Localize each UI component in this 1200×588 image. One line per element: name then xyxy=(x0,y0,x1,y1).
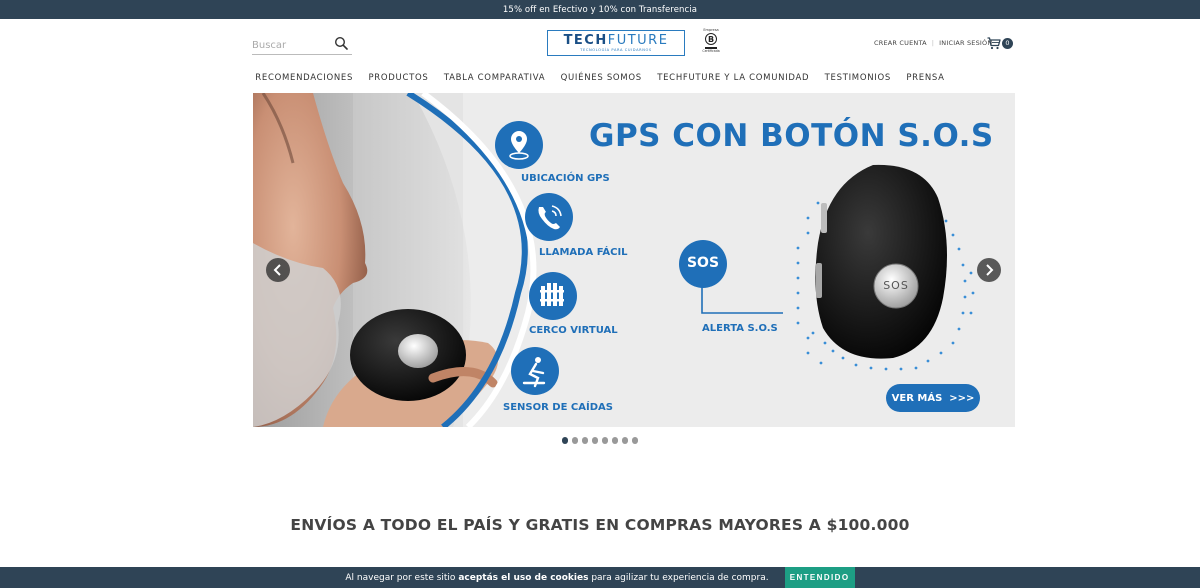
divider: | xyxy=(931,39,935,47)
cart-button[interactable]: 0 xyxy=(987,35,1013,51)
feature-label-caidas: SENSOR DE CAÍDAS xyxy=(503,402,613,413)
carousel-dot[interactable] xyxy=(561,437,569,444)
carousel-prev-button[interactable] xyxy=(266,258,290,282)
nav-item-productos[interactable]: PRODUCTOS xyxy=(361,73,436,83)
carousel-dots xyxy=(0,437,1200,444)
main-nav: RECOMENDACIONES PRODUCTOS TABLA COMPARAT… xyxy=(0,73,1200,83)
sos-alert-label: ALERTA S.O.S xyxy=(702,323,778,334)
search-box xyxy=(252,33,352,56)
create-account-link[interactable]: CREAR CUENTA xyxy=(874,39,927,47)
sos-badge-text: SOS xyxy=(686,255,720,271)
carousel-next-button[interactable] xyxy=(977,258,1001,282)
device-sos-button-text: SOS xyxy=(883,279,909,292)
cookie-accept-button[interactable]: ENTENDIDO xyxy=(784,567,855,588)
nav-item-tabla-comparativa[interactable]: TABLA COMPARATIVA xyxy=(436,73,553,83)
cookie-message: Al navegar por este sitio aceptás el uso… xyxy=(345,572,769,583)
carousel-dot[interactable] xyxy=(621,437,629,444)
feature-label-gps: UBICACIÓN GPS xyxy=(521,173,610,184)
carousel-dot[interactable] xyxy=(581,437,589,444)
chevron-right-icon xyxy=(986,264,994,276)
chevron-left-icon xyxy=(273,264,281,276)
feature-label-llamada: LLAMADA FÁCIL xyxy=(539,247,628,258)
feature-label-cerco: CERCO VIRTUAL xyxy=(529,325,618,336)
logo-tagline: TECNOLOGÍA PARA CUIDARNOS xyxy=(580,47,652,52)
logo-wordmark: TECHFUTURE xyxy=(563,32,669,48)
nav-item-recomendaciones[interactable]: RECOMENDACIONES xyxy=(248,73,361,83)
techfuture-logo[interactable]: TECHFUTURE TECNOLOGÍA PARA CUIDARNOS xyxy=(547,30,685,56)
nav-item-comunidad[interactable]: TECHFUTURE Y LA COMUNIDAD xyxy=(650,73,817,83)
promo-bar: 15% off en Efectivo y 10% con Transferen… xyxy=(0,0,1200,19)
promo-text: 15% off en Efectivo y 10% con Transferen… xyxy=(502,4,698,15)
site-header: TECHFUTURE TECNOLOGÍA PARA CUIDARNOS Emp… xyxy=(0,19,1200,93)
bcorp-logo: Empresa B Certificada xyxy=(702,28,720,53)
sign-in-link[interactable]: INICIAR SESIÓN xyxy=(939,39,992,47)
nav-item-prensa[interactable]: PRENSA xyxy=(899,73,953,83)
nav-item-quienes-somos[interactable]: QUIÉNES SOMOS xyxy=(553,73,650,83)
search-input[interactable] xyxy=(252,35,330,56)
ver-mas-button[interactable]: VER MÁS >>> xyxy=(886,384,980,412)
shipping-headline: ENVÍOS A TODO EL PAÍS Y GRATIS EN COMPRA… xyxy=(290,516,910,534)
nav-item-testimonios[interactable]: TESTIMONIOS xyxy=(817,73,899,83)
cart-count-badge: 0 xyxy=(1002,37,1013,49)
banner-title: GPS CON BOTÓN S.O.S xyxy=(589,118,994,154)
bcorp-b-icon: B xyxy=(705,33,717,45)
carousel-dot[interactable] xyxy=(591,437,599,444)
carousel-dot[interactable] xyxy=(601,437,609,444)
cart-icon xyxy=(987,36,1001,49)
carousel-dot[interactable] xyxy=(571,437,579,444)
search-icon[interactable] xyxy=(334,36,348,50)
carousel-dot[interactable] xyxy=(611,437,619,444)
cookie-bar: Al navegar por este sitio aceptás el uso… xyxy=(0,567,1200,588)
carousel-dot[interactable] xyxy=(631,437,639,444)
account-links: CREAR CUENTA | INICIAR SESIÓN xyxy=(874,39,992,47)
hero-banner[interactable]: GPS CON BOTÓN S.O.S UBICACIÓN GPS LLAMAD… xyxy=(253,93,1015,427)
